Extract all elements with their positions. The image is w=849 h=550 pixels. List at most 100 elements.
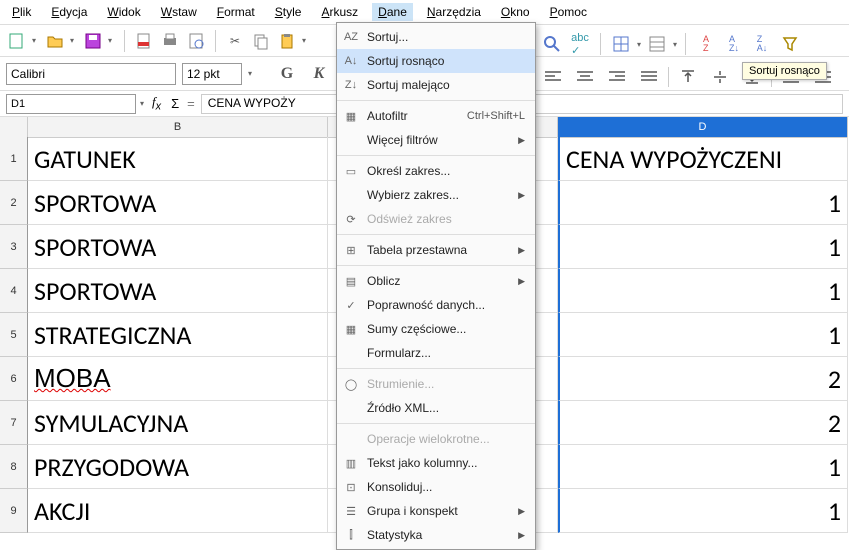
cell[interactable]: 1 bbox=[558, 225, 848, 269]
find-icon[interactable] bbox=[540, 32, 564, 56]
menu-item[interactable]: Źródło XML... bbox=[337, 396, 535, 420]
cell[interactable]: SPORTOWA bbox=[28, 181, 328, 225]
row-header[interactable]: 6 bbox=[0, 357, 28, 401]
autofilter-icon[interactable] bbox=[778, 32, 802, 56]
menu-item[interactable]: Wybierz zakres...▶ bbox=[337, 183, 535, 207]
menu-dane[interactable]: Dane bbox=[372, 3, 413, 21]
menu-item[interactable]: ▦Sumy częściowe... bbox=[337, 317, 535, 341]
menu-item-icon: ⫿ bbox=[341, 526, 361, 544]
print-preview-icon[interactable] bbox=[185, 30, 207, 52]
row-header[interactable]: 7 bbox=[0, 401, 28, 445]
menu-arkusz[interactable]: Arkusz bbox=[315, 3, 364, 21]
italic-button[interactable]: K bbox=[306, 63, 332, 85]
menu-item[interactable]: Więcej filtrów▶ bbox=[337, 128, 535, 152]
menu-pomoc[interactable]: Pomoc bbox=[544, 3, 593, 21]
col-header-B[interactable]: B bbox=[28, 117, 328, 138]
row-header[interactable]: 8 bbox=[0, 445, 28, 489]
menu-item[interactable]: ▤Oblicz▶ bbox=[337, 269, 535, 293]
paste-icon[interactable] bbox=[276, 30, 298, 52]
menu-item-label: Wybierz zakres... bbox=[367, 188, 512, 202]
align-center-icon[interactable] bbox=[572, 66, 598, 88]
cell[interactable]: STRATEGICZNA bbox=[28, 313, 328, 357]
align-left-icon[interactable] bbox=[540, 66, 566, 88]
equals-icon[interactable]: = bbox=[185, 96, 197, 111]
cell[interactable]: GATUNEK bbox=[28, 137, 328, 181]
menu-item[interactable]: ▭Określ zakres... bbox=[337, 159, 535, 183]
export-pdf-icon[interactable] bbox=[133, 30, 155, 52]
menu-item[interactable]: ⫿Statystyka▶ bbox=[337, 523, 535, 547]
menu-item: ⟳Odśwież zakres bbox=[337, 207, 535, 231]
cell[interactable]: SPORTOWA bbox=[28, 225, 328, 269]
align-top-icon[interactable] bbox=[675, 66, 701, 88]
cell[interactable]: 2 bbox=[558, 357, 848, 401]
row-header[interactable]: 1 bbox=[0, 137, 28, 181]
menu-format[interactable]: Format bbox=[211, 3, 261, 21]
open-icon[interactable] bbox=[44, 30, 66, 52]
menu-item: Operacje wielokrotne... bbox=[337, 427, 535, 451]
font-size-input[interactable] bbox=[182, 63, 242, 85]
cell[interactable]: 1 bbox=[558, 489, 848, 533]
row-header[interactable]: 2 bbox=[0, 181, 28, 225]
new-icon[interactable] bbox=[6, 30, 28, 52]
sort-asc-icon[interactable]: AZ↓ bbox=[722, 32, 746, 56]
col-header-D[interactable]: D bbox=[558, 117, 848, 138]
cell[interactable]: 1 bbox=[558, 445, 848, 489]
menu-narzędzia[interactable]: Narzędzia bbox=[421, 3, 487, 21]
menu-item[interactable]: ⊞Tabela przestawna▶ bbox=[337, 238, 535, 262]
menu-item-icon: ⊡ bbox=[341, 478, 361, 496]
row-header[interactable]: 9 bbox=[0, 489, 28, 533]
cell[interactable]: 1 bbox=[558, 181, 848, 225]
cell[interactable]: SPORTOWA bbox=[28, 269, 328, 313]
menu-plik[interactable]: Plik bbox=[6, 3, 37, 21]
font-name-input[interactable] bbox=[6, 63, 176, 85]
menu-item[interactable]: Formularz... bbox=[337, 341, 535, 365]
menu-item[interactable]: AZSortuj... bbox=[337, 25, 535, 49]
spellcheck-icon[interactable]: abc✓ bbox=[568, 32, 592, 56]
cut-icon[interactable]: ✂ bbox=[224, 30, 246, 52]
cell[interactable]: 1 bbox=[558, 313, 848, 357]
grid-icon[interactable] bbox=[609, 32, 633, 56]
data-menu-dropdown: AZSortuj...A↓Sortuj rosnącoZ↓Sortuj male… bbox=[336, 22, 536, 550]
fx-icon[interactable]: fx bbox=[148, 94, 165, 113]
cell[interactable]: AKCJI bbox=[28, 489, 328, 533]
menu-item-label: Więcej filtrów bbox=[367, 133, 512, 147]
row-header[interactable]: 5 bbox=[0, 313, 28, 357]
menu-item-label: Sortuj... bbox=[367, 30, 525, 44]
sort-config-icon[interactable]: AZ bbox=[694, 32, 718, 56]
cell[interactable]: MOBA bbox=[28, 357, 328, 401]
cell[interactable]: PRZYGODOWA bbox=[28, 445, 328, 489]
menu-item[interactable]: ✓Poprawność danych... bbox=[337, 293, 535, 317]
menu-item-icon bbox=[341, 430, 361, 448]
sum-icon[interactable]: Σ bbox=[169, 96, 181, 111]
menu-item-label: Formularz... bbox=[367, 346, 525, 360]
row-header[interactable]: 3 bbox=[0, 225, 28, 269]
menu-item[interactable]: ☰Grupa i konspekt▶ bbox=[337, 499, 535, 523]
menu-style[interactable]: Style bbox=[269, 3, 308, 21]
menu-item[interactable]: A↓Sortuj rosnąco bbox=[337, 49, 535, 73]
row-header[interactable]: 4 bbox=[0, 269, 28, 313]
menu-item[interactable]: ▥Tekst jako kolumny... bbox=[337, 451, 535, 475]
sort-desc-icon[interactable]: ZA↓ bbox=[750, 32, 774, 56]
cell[interactable]: 1 bbox=[558, 269, 848, 313]
align-middle-icon[interactable] bbox=[707, 66, 733, 88]
bold-button[interactable]: G bbox=[274, 63, 300, 85]
cell-reference-input[interactable] bbox=[6, 94, 136, 114]
align-right-icon[interactable] bbox=[604, 66, 630, 88]
copy-icon[interactable] bbox=[250, 30, 272, 52]
menu-wstaw[interactable]: Wstaw bbox=[155, 3, 203, 21]
menu-item-label: Poprawność danych... bbox=[367, 298, 525, 312]
grid2-icon[interactable] bbox=[645, 32, 669, 56]
menu-edycja[interactable]: Edycja bbox=[45, 3, 93, 21]
cell[interactable]: SYMULACYJNA bbox=[28, 401, 328, 445]
save-icon[interactable] bbox=[82, 30, 104, 52]
menu-widok[interactable]: Widok bbox=[101, 3, 146, 21]
cell[interactable]: CENA WYPOŻYCZENI bbox=[558, 137, 848, 181]
menu-item[interactable]: ▦AutofiltrCtrl+Shift+L bbox=[337, 104, 535, 128]
cell[interactable]: 2 bbox=[558, 401, 848, 445]
menu-item[interactable]: ⊡Konsoliduj... bbox=[337, 475, 535, 499]
print-icon[interactable] bbox=[159, 30, 181, 52]
menu-item-label: Tabela przestawna bbox=[367, 243, 512, 257]
menu-okno[interactable]: Okno bbox=[495, 3, 536, 21]
menu-item[interactable]: Z↓Sortuj malejąco bbox=[337, 73, 535, 97]
align-justify-icon[interactable] bbox=[636, 66, 662, 88]
